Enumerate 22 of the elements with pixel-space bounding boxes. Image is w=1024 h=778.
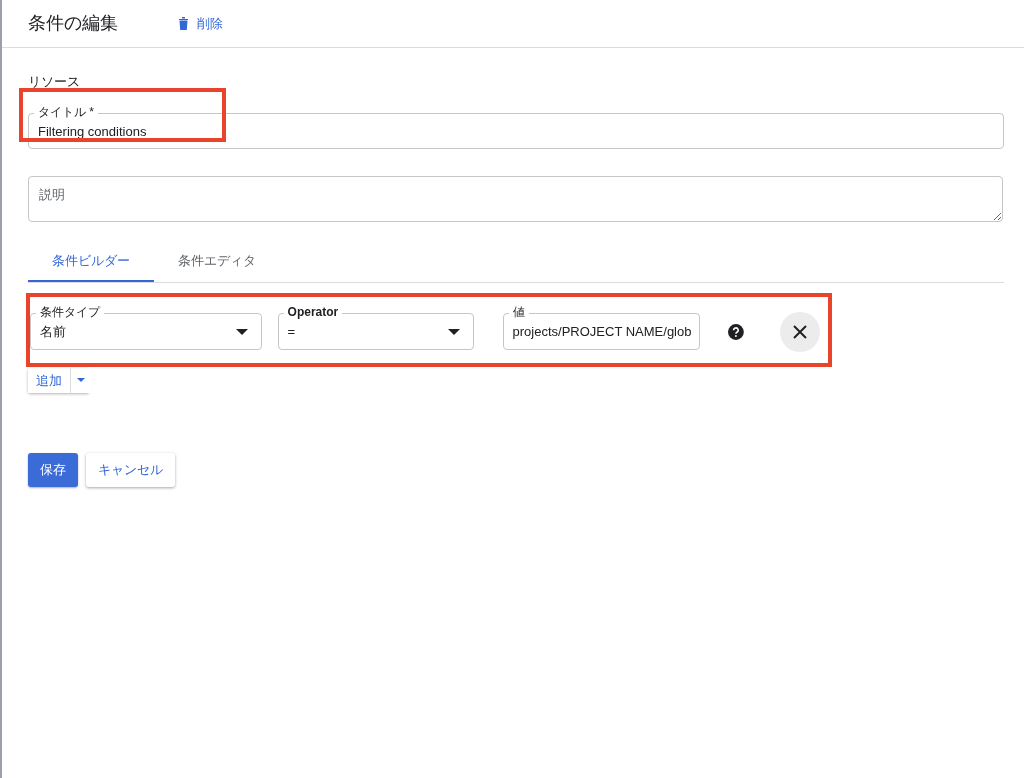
condition-type-select[interactable]: 条件タイプ 名前	[30, 305, 262, 350]
trash-icon	[178, 17, 189, 30]
cancel-button[interactable]: キャンセル	[86, 453, 175, 487]
page-title: 条件の編集	[28, 12, 119, 35]
tab[interactable]: 条件エディタ	[154, 243, 280, 282]
caret-icon	[77, 378, 85, 383]
close-button[interactable]	[780, 311, 820, 352]
add-menu-button[interactable]	[70, 367, 91, 393]
help-icon	[728, 323, 745, 340]
title-field[interactable]: タイトル * Filtering conditions	[28, 104, 1004, 149]
caret-icon	[447, 329, 460, 335]
close-icon	[793, 324, 808, 339]
section-label: リソース	[28, 73, 81, 91]
add-button[interactable]: 追加	[28, 367, 70, 393]
tab[interactable]: 条件ビルダー	[28, 243, 154, 282]
description-field[interactable]: 説明	[28, 176, 1003, 222]
operator-select[interactable]: Operator =	[277, 305, 474, 350]
save-button[interactable]: 保存	[28, 453, 78, 487]
value-field[interactable]: 値 projects/PROJECT NAME/glob	[502, 305, 701, 350]
delete-link[interactable]: 削除	[178, 13, 223, 34]
add-split-button[interactable]: 追加	[28, 367, 89, 393]
caret-icon	[235, 329, 248, 335]
